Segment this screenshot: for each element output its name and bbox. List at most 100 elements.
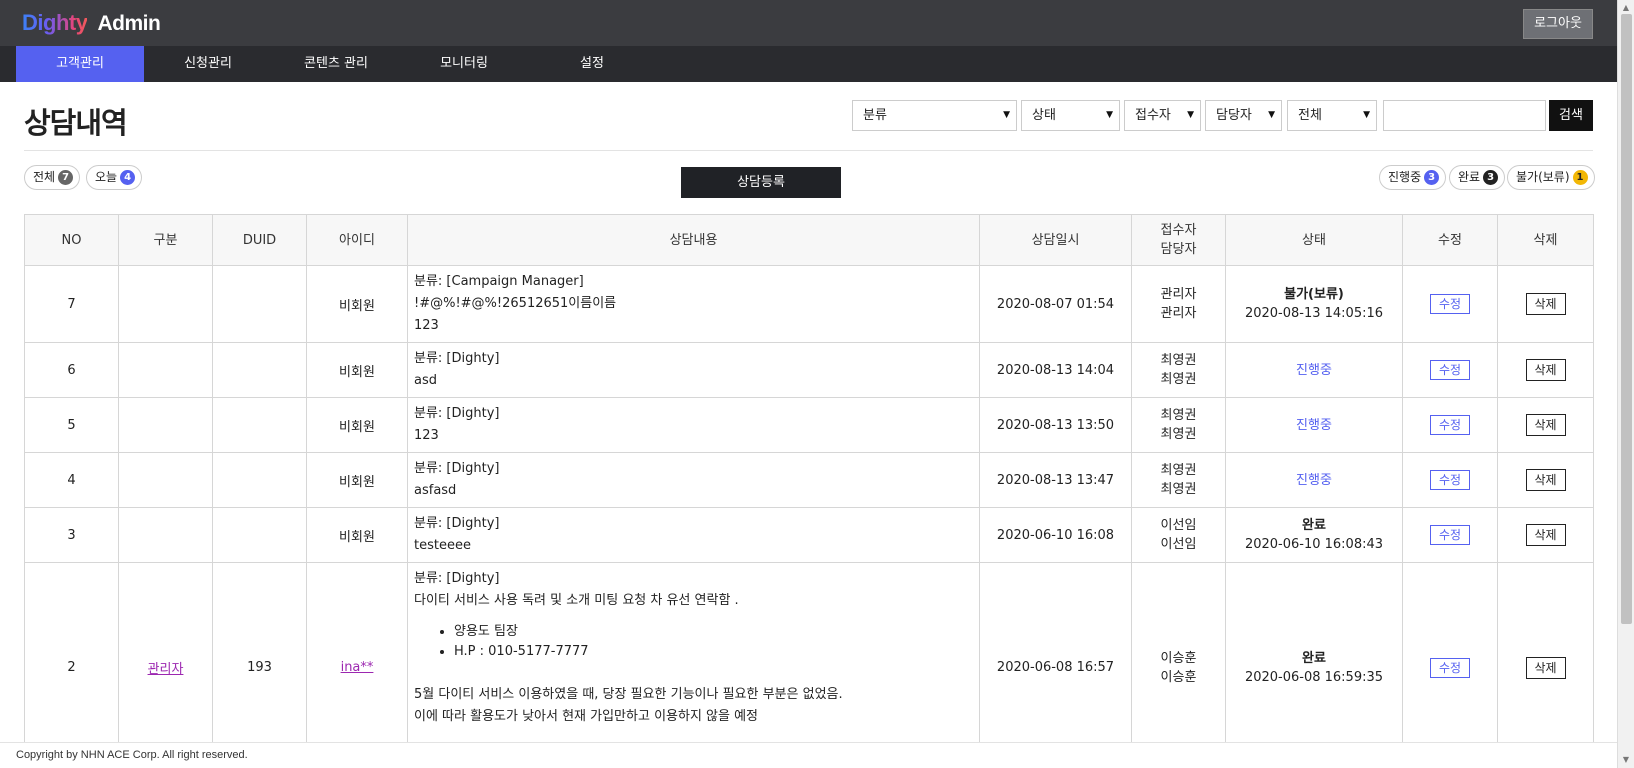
footer: Copyright by NHN ACE Corp. All right res…: [0, 742, 1617, 768]
cell-date: 2020-08-13 13:50: [979, 397, 1132, 453]
page-title: 상담내역: [24, 106, 128, 140]
type-link[interactable]: 관리자: [148, 662, 184, 677]
delete-button[interactable]: 삭제: [1525, 293, 1566, 315]
search-button[interactable]: 검색: [1549, 100, 1593, 131]
content-line: 분류: [Dighty]: [414, 516, 500, 531]
filter-done-pill[interactable]: 완료 3: [1449, 165, 1506, 190]
content-line: 분류: [Dighty]: [414, 351, 500, 366]
cell-status: 불가(보류) 2020-08-13 14:05:16: [1225, 265, 1403, 343]
cell-delete: 삭제: [1497, 452, 1594, 508]
caret-down-icon: ▼: [1268, 110, 1275, 120]
cell-manager: 관리자: [1160, 306, 1197, 321]
search-input[interactable]: [1383, 100, 1546, 131]
register-consultation-button[interactable]: 상담등록: [681, 167, 841, 198]
delete-button[interactable]: 삭제: [1525, 359, 1566, 381]
cell-manager: 최영권: [1160, 372, 1197, 387]
content-line: 분류: [Campaign Manager]: [414, 274, 584, 289]
app-logo[interactable]: Dighty Admin: [22, 10, 161, 36]
cell-receiver: 이선임: [1160, 518, 1197, 533]
manager-select[interactable]: 담당자 ▼: [1205, 100, 1282, 131]
cell-type: [118, 452, 213, 508]
nav-item-settings[interactable]: 설정: [528, 46, 656, 82]
consultation-table: NO 구분 DUID 아이디 상담내용 상담일시 접수자 담당자 상태 수정 삭…: [24, 214, 1594, 768]
edit-button[interactable]: 수정: [1430, 415, 1470, 435]
status-select[interactable]: 상태 ▼: [1021, 100, 1120, 131]
cell-status: 진행중: [1225, 452, 1403, 508]
edit-button[interactable]: 수정: [1430, 657, 1470, 678]
edit-button[interactable]: 수정: [1430, 525, 1470, 545]
user-id-link[interactable]: ina**: [341, 660, 374, 675]
cell-receiver-manager: 최영권 최영권: [1131, 452, 1226, 508]
cell-no: 6: [24, 342, 119, 398]
page-scrollbar[interactable]: ▲ ▼: [1617, 0, 1634, 768]
filter-today-pill[interactable]: 오늘 4: [86, 165, 143, 190]
cell-status: 완료 2020-06-08 16:59:35: [1225, 562, 1403, 768]
scroll-up-arrow-icon[interactable]: ▲: [1621, 3, 1631, 13]
nav-item-contents[interactable]: 콘텐츠 관리: [272, 46, 400, 82]
cell-no: 2: [24, 562, 119, 768]
cell-receiver-manager: 이선임 이선임: [1131, 507, 1226, 563]
cell-delete: 삭제: [1497, 397, 1594, 453]
cell-receiver-manager: 최영권 최영권: [1131, 342, 1226, 398]
nav-item-customers[interactable]: 고객관리: [16, 46, 144, 82]
progress-label: 진행중: [1388, 170, 1422, 184]
cell-duid: [212, 342, 307, 398]
delete-button[interactable]: 삭제: [1525, 524, 1566, 546]
done-label: 완료: [1458, 170, 1481, 184]
caret-down-icon: ▼: [1187, 110, 1194, 120]
top-bar: Dighty Admin 로그아웃: [0, 0, 1617, 46]
cell-manager: 최영권: [1160, 427, 1197, 442]
scroll-down-arrow-icon[interactable]: ▼: [1621, 755, 1631, 765]
content-line: 분류: [Dighty]: [414, 406, 500, 421]
col-manager: 담당자: [1160, 242, 1197, 257]
receiver-select-value: 접수자: [1135, 108, 1171, 123]
nav-item-applications[interactable]: 신청관리: [144, 46, 272, 82]
edit-button[interactable]: 수정: [1430, 470, 1470, 490]
done-count-badge: 3: [1483, 170, 1499, 185]
scroll-thumb[interactable]: [1621, 14, 1632, 624]
status-text[interactable]: 진행중: [1226, 471, 1402, 490]
delete-button[interactable]: 삭제: [1525, 414, 1566, 436]
category-select[interactable]: 분류 ▼: [852, 100, 1017, 131]
cell-delete: 삭제: [1497, 342, 1594, 398]
receiver-select[interactable]: 접수자 ▼: [1124, 100, 1201, 131]
cell-no: 7: [24, 265, 119, 343]
table-row: 5 비회원 분류: [Dighty] 123 2020-08-13 13:50 …: [24, 397, 1594, 453]
col-receiver-manager: 접수자 담당자: [1131, 214, 1226, 266]
table-row: 2 관리자 193 ina** 분류: [Dighty] 다이티 서비스 사용 …: [24, 562, 1594, 768]
app-name: Admin: [97, 12, 161, 35]
logout-button[interactable]: 로그아웃: [1523, 9, 1593, 39]
brand-name: Dighty: [22, 10, 88, 35]
content-line: testeeee: [414, 538, 471, 553]
cell-date: 2020-08-07 01:54: [979, 265, 1132, 343]
edit-button[interactable]: 수정: [1430, 360, 1470, 380]
cell-date: 2020-06-10 16:08: [979, 507, 1132, 563]
status-time: 2020-06-08 16:59:35: [1244, 669, 1384, 685]
cell-type: [118, 342, 213, 398]
cell-status: 진행중: [1225, 342, 1403, 398]
col-receiver: 접수자: [1160, 223, 1197, 238]
cell-receiver: 관리자: [1160, 287, 1197, 302]
status-text[interactable]: 진행중: [1226, 361, 1402, 380]
table-row: 7 비회원 분류: [Campaign Manager] !#@%!#@%!26…: [24, 265, 1594, 343]
scope-select[interactable]: 전체 ▼: [1287, 100, 1377, 131]
edit-button[interactable]: 수정: [1430, 294, 1470, 314]
hold-count-badge: 1: [1572, 170, 1588, 185]
nav-item-monitoring[interactable]: 모니터링: [400, 46, 528, 82]
content-line: 123: [414, 428, 439, 443]
table-row: 6 비회원 분류: [Dighty] asd 2020-08-13 14:04 …: [24, 342, 1594, 398]
cell-receiver: 최영권: [1160, 408, 1197, 423]
filter-all-pill[interactable]: 전체 7: [24, 165, 81, 190]
cell-id: 비회원: [306, 397, 408, 453]
delete-button[interactable]: 삭제: [1525, 656, 1566, 679]
filter-progress-pill[interactable]: 진행중 3: [1379, 165, 1447, 190]
col-no: NO: [24, 214, 119, 266]
delete-button[interactable]: 삭제: [1525, 469, 1566, 491]
filter-hold-pill[interactable]: 불가(보류) 1: [1507, 165, 1595, 190]
cell-no: 3: [24, 507, 119, 563]
status-text[interactable]: 진행중: [1226, 416, 1402, 435]
cell-status: 진행중: [1225, 397, 1403, 453]
col-status: 상태: [1225, 214, 1403, 266]
content-bullet-list: 양용도 팀장 H.P : 010-5177-7777: [414, 622, 973, 662]
caret-down-icon: ▼: [1106, 110, 1113, 120]
